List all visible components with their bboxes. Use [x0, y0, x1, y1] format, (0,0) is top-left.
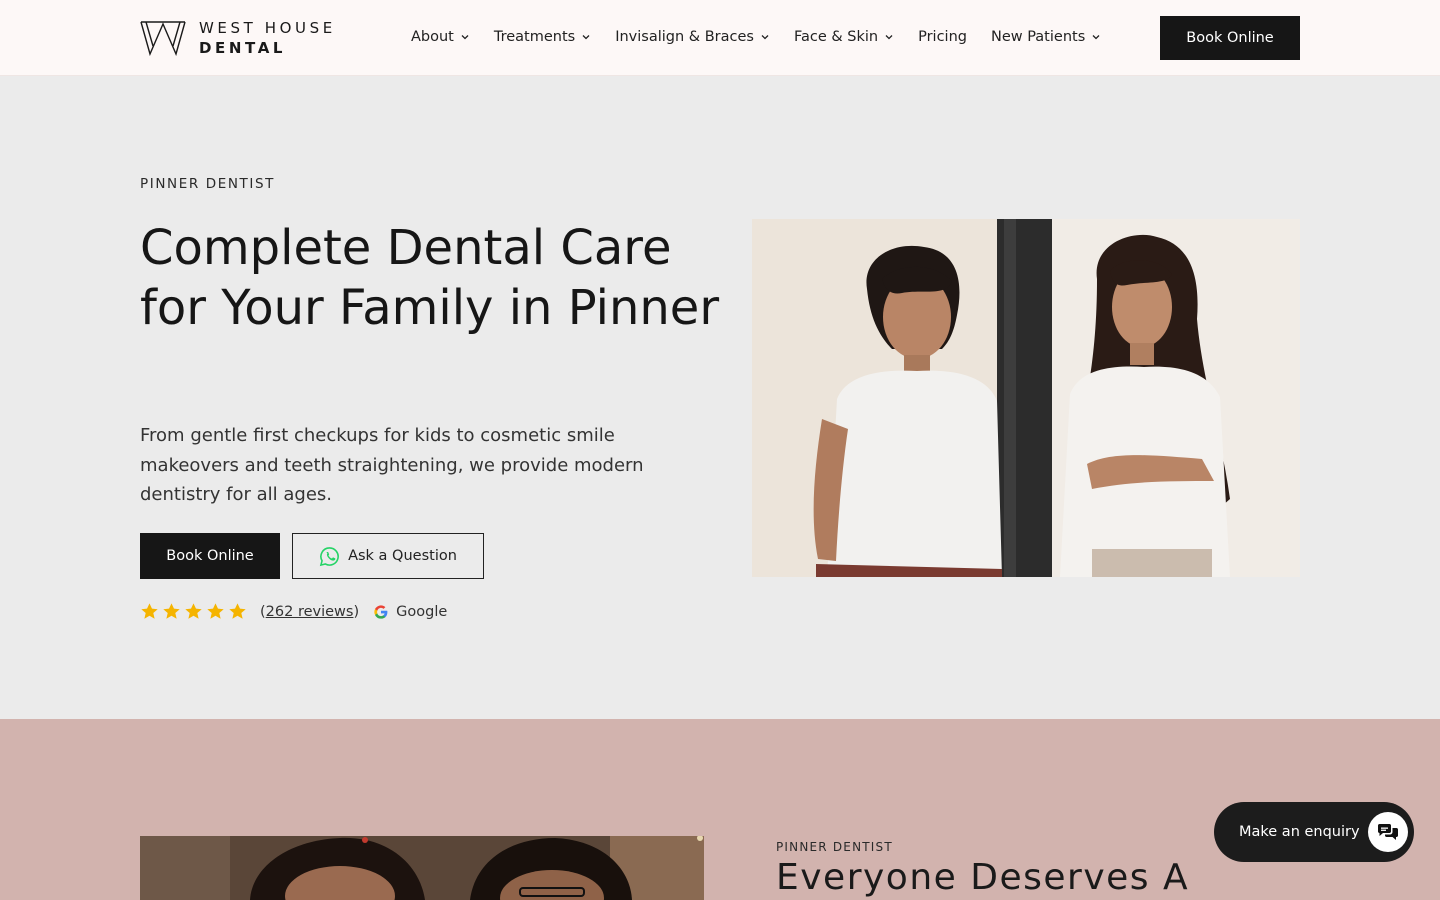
header-book-online-button[interactable]: Book Online [1160, 16, 1300, 60]
google-source: Google [373, 604, 447, 620]
star-icon [163, 603, 180, 619]
chevron-down-icon [461, 35, 469, 40]
enquiry-label: Make an enquiry [1239, 824, 1360, 840]
main-nav: About Treatments Invisalign & Braces Fac… [411, 29, 1125, 45]
site-header: WEST HOUSE DENTAL About Treatments Invis… [0, 0, 1440, 76]
chevron-down-icon [761, 35, 769, 40]
dentists-photo-illustration [752, 219, 1300, 577]
nav-item-invisalign-braces[interactable]: Invisalign & Braces [615, 29, 770, 45]
star-icon [185, 603, 202, 619]
chevron-down-icon [885, 35, 893, 40]
logo-w-mark-icon [140, 21, 186, 56]
reviews-link[interactable]: 262 reviews [266, 604, 354, 620]
hero-book-online-button[interactable]: Book Online [140, 533, 280, 579]
make-enquiry-widget[interactable]: Make an enquiry [1214, 802, 1414, 862]
logo-subname: DENTAL [199, 38, 287, 57]
nav-label: Invisalign & Braces [615, 29, 754, 45]
chevron-down-icon [1092, 35, 1100, 40]
nav-item-new-patients[interactable]: New Patients [991, 29, 1101, 45]
google-label: Google [396, 603, 448, 620]
hero-title: Complete Dental Care for Your Family in … [140, 220, 720, 336]
hero-section: PINNER DENTIST Complete Dental Care for … [0, 76, 1440, 719]
chevron-down-icon [582, 35, 590, 40]
hero-dentists-photo [752, 219, 1300, 577]
nav-label: Face & Skin [793, 29, 879, 45]
star-icon [229, 603, 246, 619]
logo[interactable]: WEST HOUSE DENTAL [140, 20, 336, 56]
intro-title: Everyone Deserves A [776, 857, 1190, 898]
nav-item-pricing[interactable]: Pricing [918, 29, 967, 45]
intro-eyebrow: PINNER DENTIST [776, 840, 893, 854]
nav-item-about[interactable]: About [411, 29, 470, 45]
reviews-count: (262 reviews) [260, 604, 359, 620]
hero-description: From gentle first checkups for kids to c… [140, 425, 644, 505]
nav-label: New Patients [990, 29, 1086, 45]
google-g-icon [374, 604, 388, 619]
nav-label: Treatments [493, 29, 576, 45]
chat-bubbles-icon [1378, 824, 1398, 840]
star-icon [141, 603, 158, 619]
ask-question-label: Ask a Question [348, 548, 457, 564]
nav-item-face-skin[interactable]: Face & Skin [794, 29, 894, 45]
nav-label: Pricing [918, 29, 967, 45]
enquiry-icon-circle [1368, 812, 1408, 852]
star-icon [207, 603, 224, 619]
intro-photo-illustration [140, 836, 704, 900]
nav-label: About [411, 29, 454, 45]
logo-name: WEST HOUSE [199, 18, 336, 37]
intro-photo [140, 836, 704, 900]
star-rating [140, 602, 250, 621]
google-rating: (262 reviews) Google [140, 602, 447, 621]
hero-eyebrow: PINNER DENTIST [140, 176, 275, 192]
nav-item-treatments[interactable]: Treatments [494, 29, 591, 45]
reviews-close-paren: ) [353, 603, 360, 620]
whatsapp-icon [319, 546, 339, 566]
ask-question-button[interactable]: Ask a Question [292, 533, 484, 579]
